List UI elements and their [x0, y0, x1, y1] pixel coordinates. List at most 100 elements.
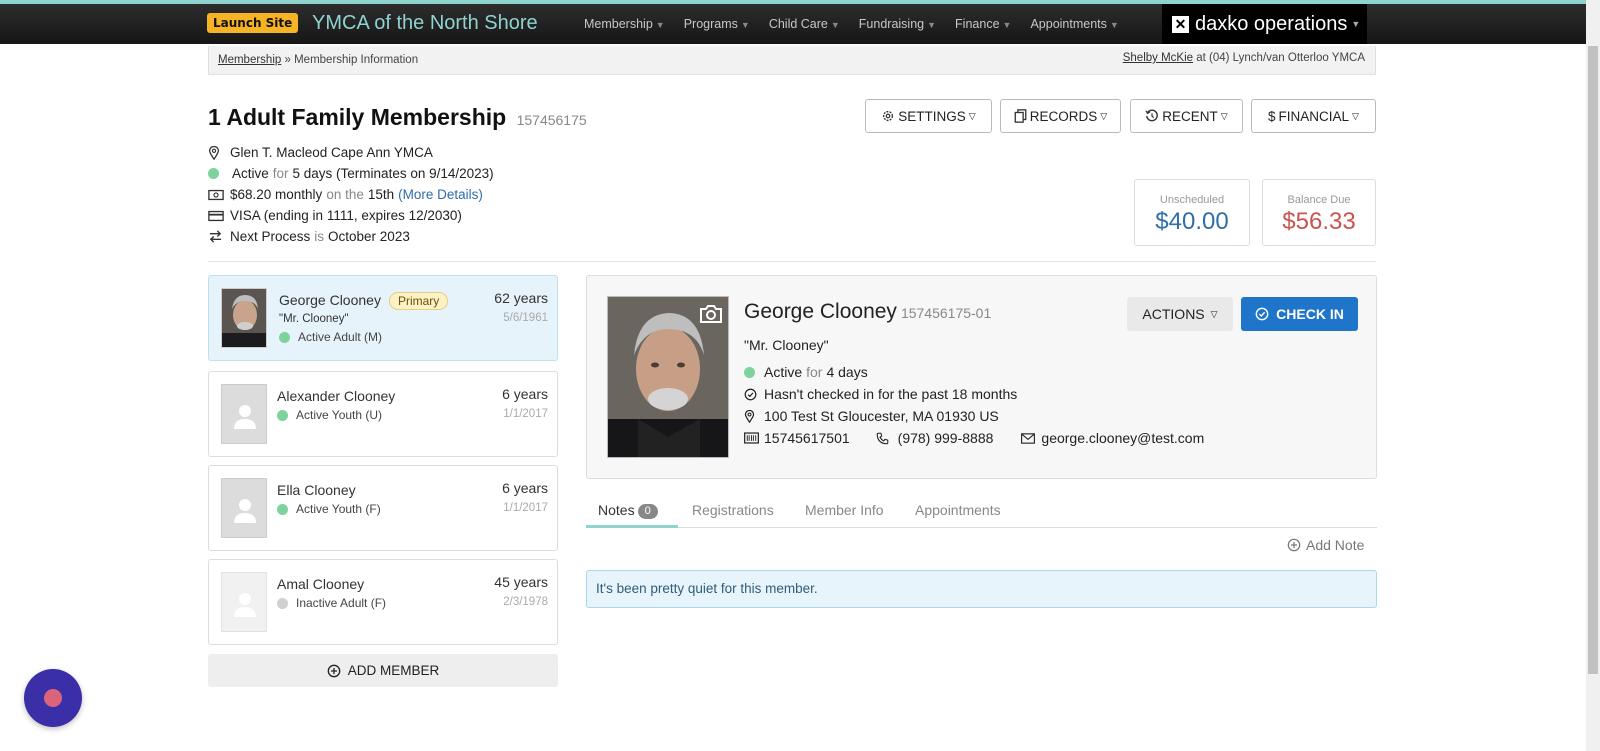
- status-text: Active: [232, 166, 269, 181]
- balance-due[interactable]: Balance Due $56.33: [1262, 179, 1376, 246]
- status-dot-icon: [279, 331, 290, 343]
- actions-label: ACTIONS: [1142, 306, 1205, 322]
- status-for-word: for: [272, 166, 289, 181]
- copy-icon: [1014, 109, 1027, 123]
- detail-member-name: George Clooney 157456175-01: [744, 300, 992, 323]
- nav-membership[interactable]: Membership ▼: [584, 4, 665, 44]
- detail-status-line: Active for 4 days: [744, 364, 868, 380]
- detail-email[interactable]: george.clooney@test.com: [1041, 430, 1204, 446]
- chat-widget-button[interactable]: [24, 669, 82, 727]
- detail-phone: (978) 999-8888: [897, 430, 994, 446]
- map-pin-icon: [744, 409, 764, 423]
- phone-icon: [876, 432, 898, 445]
- nav-child-care[interactable]: Child Care ▼: [769, 4, 840, 44]
- card-info: VISA (ending in 1111, expires 12/2030): [230, 208, 462, 223]
- caret-down-icon: ▼: [1109, 20, 1119, 30]
- branch-line: Glen T. Macleod Cape Ann YMCA: [208, 142, 494, 163]
- money-icon: [208, 189, 230, 201]
- caret-down-icon: ▼: [740, 20, 750, 30]
- tab-appointments[interactable]: Appointments: [915, 502, 1001, 518]
- caret-down-icon: ▽: [1220, 110, 1228, 121]
- member-dob: 1/1/2017: [503, 502, 548, 514]
- member-card-ella[interactable]: Ella Clooney Active Youth (F) 6 years 1/…: [208, 465, 558, 551]
- tab-member-info[interactable]: Member Info: [805, 502, 884, 518]
- caret-down-icon: ▼: [1351, 19, 1361, 29]
- detail-address: 100 Test St Gloucester, MA 01930 US: [764, 408, 999, 424]
- actions-button[interactable]: ACTIONS ▽: [1127, 297, 1233, 331]
- member-card-amal[interactable]: Amal Clooney Inactive Adult (F) 45 years…: [208, 559, 558, 645]
- launch-site-button[interactable]: Launch Site: [207, 13, 299, 33]
- brand-name[interactable]: YMCA of the North Shore: [312, 10, 538, 36]
- caret-down-icon: ▽: [968, 110, 976, 121]
- settings-button[interactable]: SETTINGS ▽: [865, 99, 992, 133]
- billing-day: 15th: [367, 187, 395, 202]
- member-name: Amal Clooney: [277, 576, 365, 592]
- current-location-text: at (04) Lynch/van Otterloo YMCA: [1196, 52, 1365, 64]
- status-line: Active for 5 days (Terminates on 9/14/20…: [208, 163, 494, 184]
- detail-duration: 4 days: [826, 364, 868, 380]
- envelope-icon: [1021, 432, 1041, 444]
- member-card-alexander[interactable]: Alexander Clooney Active Youth (U) 6 yea…: [208, 371, 558, 457]
- unscheduled-value: $40.00: [1155, 208, 1229, 235]
- main-nav: Membership ▼ Programs ▼ Child Care ▼ Fundra…: [584, 4, 1138, 44]
- nav-programs[interactable]: Programs ▼: [684, 4, 750, 44]
- current-user-location: Shelby McKie at (04) Lynch/van Otterloo …: [1123, 52, 1365, 64]
- membership-title: 1 Adult Family Membership: [208, 104, 507, 130]
- status-dot-icon: [277, 503, 288, 515]
- recent-label: RECENT: [1162, 108, 1218, 124]
- caret-down-icon: ▼: [655, 20, 665, 30]
- more-details-link[interactable]: (More Details): [398, 187, 483, 202]
- nav-fundraising[interactable]: Fundraising ▼: [859, 4, 936, 44]
- nav-appointments[interactable]: Appointments ▼: [1030, 4, 1118, 44]
- tab-notes[interactable]: Notes 0: [598, 502, 658, 519]
- nav-membership-label: Membership: [584, 17, 653, 31]
- detail-barcode: 15745617501: [764, 430, 850, 446]
- active-tab-indicator: [586, 525, 678, 528]
- avatar-placeholder-icon: [221, 384, 267, 444]
- current-user-link[interactable]: Shelby McKie: [1123, 52, 1193, 64]
- member-status: Active Youth (U): [277, 408, 382, 422]
- nav-finance[interactable]: Finance ▼: [955, 4, 1011, 44]
- history-icon: [1145, 109, 1159, 122]
- page-scrollbar-thumb[interactable]: [1588, 46, 1598, 674]
- member-age: 62 years: [494, 290, 548, 306]
- nav-child-care-label: Child Care: [768, 17, 828, 31]
- daxko-operations-menu[interactable]: ✕ daxko operations ▼: [1162, 4, 1367, 44]
- member-dob: 2/3/1978: [503, 596, 548, 608]
- unscheduled-balance[interactable]: Unscheduled $40.00: [1134, 179, 1250, 246]
- records-label: RECORDS: [1029, 108, 1098, 124]
- card-line: VISA (ending in 1111, expires 12/2030): [208, 205, 494, 226]
- add-note-button[interactable]: Add Note: [1287, 537, 1364, 553]
- plus-circle-icon: [1287, 538, 1301, 552]
- check-in-label: CHECK IN: [1276, 306, 1344, 322]
- nav-fundraising-label: Fundraising: [858, 17, 925, 31]
- detail-address-line: 100 Test St Gloucester, MA 01930 US: [744, 408, 999, 424]
- member-detail-panel: George Clooney 157456175-01 "Mr. Clooney"…: [586, 275, 1377, 479]
- top-navbar: Launch Site YMCA of the North Shore Memb…: [0, 4, 1586, 44]
- member-card-george[interactable]: George Clooney Primary "Mr. Clooney" Acti…: [208, 275, 558, 361]
- member-name: Alexander Clooney: [277, 388, 396, 404]
- notes-count-badge: 0: [637, 504, 658, 519]
- member-status: Inactive Adult (F): [277, 596, 386, 610]
- check-circle-icon: [744, 388, 764, 401]
- detail-for-word: for: [806, 364, 823, 380]
- recent-button[interactable]: RECENT ▽: [1130, 99, 1243, 133]
- breadcrumb-membership-link[interactable]: Membership: [218, 54, 281, 66]
- add-member-button[interactable]: ADD MEMBER: [208, 654, 558, 687]
- avatar-placeholder-icon: [221, 478, 267, 538]
- camera-icon[interactable]: [699, 304, 723, 327]
- next-process-value: October 2023: [328, 229, 410, 244]
- detail-nickname: "Mr. Clooney": [744, 337, 829, 353]
- daxko-logo-icon: ✕: [1172, 15, 1189, 33]
- records-button[interactable]: RECORDS ▽: [1000, 99, 1121, 133]
- billing-amount: $68.20 monthly: [230, 187, 323, 202]
- financial-label: FINANCIAL: [1278, 108, 1350, 124]
- dollar-icon: $: [1268, 108, 1276, 124]
- tab-registrations[interactable]: Registrations: [692, 502, 774, 518]
- financial-button[interactable]: $ FINANCIAL ▽: [1251, 99, 1376, 133]
- detail-member-id: 157456175-01: [900, 305, 992, 321]
- balance-due-label: Balance Due: [1287, 194, 1351, 206]
- nav-finance-label: Finance: [955, 17, 1000, 31]
- check-in-button[interactable]: CHECK IN: [1241, 297, 1358, 331]
- next-process-label: Next Process: [230, 229, 311, 244]
